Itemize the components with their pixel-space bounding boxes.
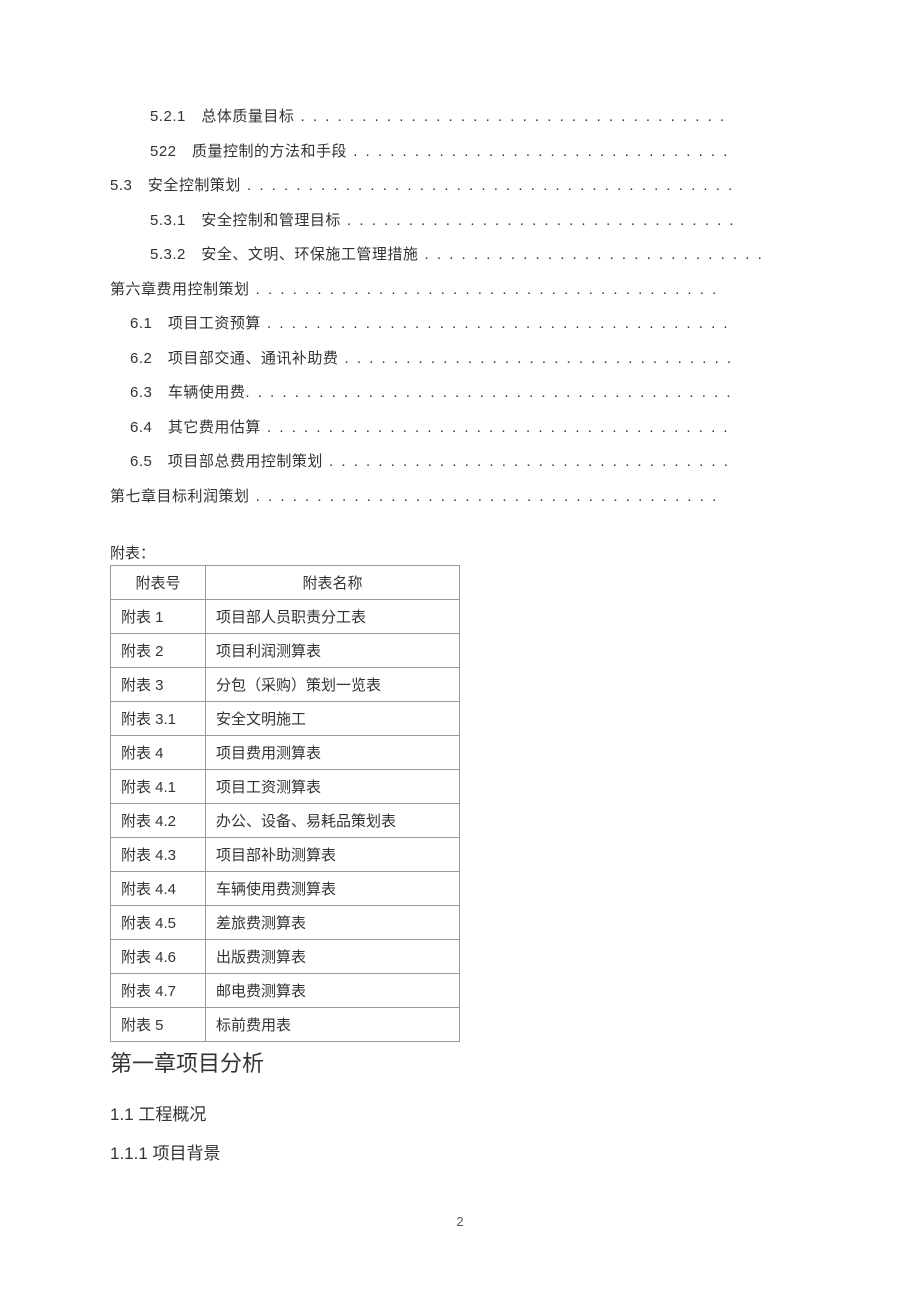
table-row: 附表 4.5差旅费测算表 xyxy=(111,906,460,940)
table-row: 附表 4.3项目部补助测算表 xyxy=(111,838,460,872)
toc-entry: 5.2.1 总体质量目标 . . . . . . . . . . . . . .… xyxy=(110,100,810,135)
toc-dots: . . . . . . . . . . . . . . . . . . . . … xyxy=(418,246,763,263)
toc-entry: 第六章费用控制策划 . . . . . . . . . . . . . . . … xyxy=(110,273,810,308)
table-cell: 标前费用表 xyxy=(206,1008,460,1042)
table-cell: 办公、设备、易耗品策划表 xyxy=(206,804,460,838)
table-cell: 分包（采购）策划一览表 xyxy=(206,668,460,702)
table-header-number: 附表号 xyxy=(111,566,206,600)
toc-dots: . . . . . . . . . . . . . . . . . . . . … xyxy=(261,419,730,436)
toc-entry: 6.2 项目部交通、通讯补助费 . . . . . . . . . . . . … xyxy=(110,342,810,377)
table-cell: 项目利润测算表 xyxy=(206,634,460,668)
table-cell: 安全文明施工 xyxy=(206,702,460,736)
table-cell: 邮电费测算表 xyxy=(206,974,460,1008)
table-cell: 附表 4 xyxy=(111,736,206,770)
page-number: 2 xyxy=(110,1214,810,1229)
toc-entry: 6.5 项目部总费用控制策划 . . . . . . . . . . . . .… xyxy=(110,445,810,480)
toc-entry: 5.3 安全控制策划 . . . . . . . . . . . . . . .… xyxy=(110,169,810,204)
table-cell: 附表 4.1 xyxy=(111,770,206,804)
table-row: 附表 5标前费用表 xyxy=(111,1008,460,1042)
subsection-heading: 1.1.1 项目背景 xyxy=(110,1139,810,1164)
table-cell: 附表 3.1 xyxy=(111,702,206,736)
table-cell: 项目工资测算表 xyxy=(206,770,460,804)
section-heading: 1.1 工程概况 xyxy=(110,1100,810,1125)
table-cell: 附表 4.7 xyxy=(111,974,206,1008)
table-cell: 附表 2 xyxy=(111,634,206,668)
chapter-heading: 第一章项目分析 xyxy=(110,1046,810,1078)
toc-dots: . . . . . . . . . . . . . . . . . . . . … xyxy=(241,177,734,194)
table-header-name: 附表名称 xyxy=(206,566,460,600)
table-cell: 项目部补助测算表 xyxy=(206,838,460,872)
table-row: 附表 4.4车辆使用费测算表 xyxy=(111,872,460,906)
table-cell: 出版费测算表 xyxy=(206,940,460,974)
toc-dots: . . . . . . . . . . . . . . . . . . . . … xyxy=(341,212,736,229)
table-row: 附表 1项目部人员职责分工表 xyxy=(111,600,460,634)
toc-entry: 5.3.1 安全控制和管理目标 . . . . . . . . . . . . … xyxy=(110,204,810,239)
toc-entry: 第七章目标利润策划 . . . . . . . . . . . . . . . … xyxy=(110,480,810,515)
table-row: 附表 3.1安全文明施工 xyxy=(111,702,460,736)
table-cell: 差旅费测算表 xyxy=(206,906,460,940)
toc-dots: . . . . . . . . . . . . . . . . . . . . … xyxy=(245,384,732,401)
table-row: 附表 3分包（采购）策划一览表 xyxy=(111,668,460,702)
table-cell: 附表 4.2 xyxy=(111,804,206,838)
toc-dots: . . . . . . . . . . . . . . . . . . . . … xyxy=(338,350,733,367)
table-cell: 项目费用测算表 xyxy=(206,736,460,770)
table-row: 附表 4项目费用测算表 xyxy=(111,736,460,770)
table-cell: 项目部人员职责分工表 xyxy=(206,600,460,634)
table-of-contents: 5.2.1 总体质量目标 . . . . . . . . . . . . . .… xyxy=(110,100,810,514)
table-header-row: 附表号 附表名称 xyxy=(111,566,460,600)
toc-entry: 6.4 其它费用估算 . . . . . . . . . . . . . . .… xyxy=(110,411,810,446)
toc-dots: . . . . . . . . . . . . . . . . . . . . … xyxy=(250,281,719,298)
toc-dots: . . . . . . . . . . . . . . . . . . . . … xyxy=(250,488,719,505)
toc-dots: . . . . . . . . . . . . . . . . . . . . … xyxy=(323,453,730,470)
toc-entry: 522 质量控制的方法和手段 . . . . . . . . . . . . .… xyxy=(110,135,810,170)
toc-entry: 5.3.2 安全、文明、环保施工管理措施 . . . . . . . . . .… xyxy=(110,238,810,273)
table-cell: 附表 4.4 xyxy=(111,872,206,906)
table-row: 附表 4.7邮电费测算表 xyxy=(111,974,460,1008)
toc-dots: . . . . . . . . . . . . . . . . . . . . … xyxy=(294,108,726,125)
table-cell: 附表 4.3 xyxy=(111,838,206,872)
table-cell: 附表 4.6 xyxy=(111,940,206,974)
attachment-table: 附表号 附表名称 附表 1项目部人员职责分工表附表 2项目利润测算表附表 3分包… xyxy=(110,565,460,1042)
attachment-label: 附表： xyxy=(110,542,810,563)
toc-entry: 6.3 车辆使用费. . . . . . . . . . . . . . . .… xyxy=(110,376,810,411)
table-cell: 附表 3 xyxy=(111,668,206,702)
table-row: 附表 4.1项目工资测算表 xyxy=(111,770,460,804)
toc-dots: . . . . . . . . . . . . . . . . . . . . … xyxy=(347,143,729,160)
toc-dots: . . . . . . . . . . . . . . . . . . . . … xyxy=(261,315,730,332)
table-row: 附表 4.6出版费测算表 xyxy=(111,940,460,974)
table-cell: 车辆使用费测算表 xyxy=(206,872,460,906)
table-row: 附表 2项目利润测算表 xyxy=(111,634,460,668)
table-cell: 附表 5 xyxy=(111,1008,206,1042)
table-cell: 附表 4.5 xyxy=(111,906,206,940)
table-row: 附表 4.2办公、设备、易耗品策划表 xyxy=(111,804,460,838)
toc-entry: 6.1 项目工资预算 . . . . . . . . . . . . . . .… xyxy=(110,307,810,342)
table-cell: 附表 1 xyxy=(111,600,206,634)
